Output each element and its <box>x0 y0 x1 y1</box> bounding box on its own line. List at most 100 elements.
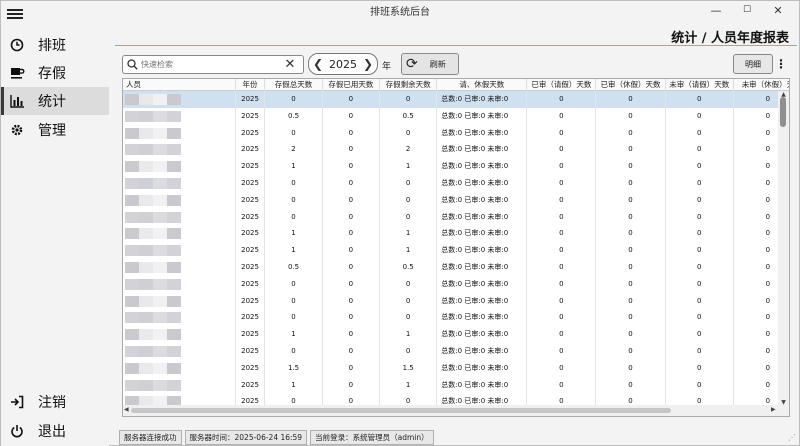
sidebar-item-logout[interactable]: 注销 <box>1 388 109 416</box>
table-row[interactable]: 2025 0 0 0 总数:0 已审:0 未审:0 0 0 0 0 <box>123 124 789 142</box>
scrollbar-thumb[interactable] <box>780 97 786 127</box>
column-header[interactable]: 已审（请假）天数 <box>527 79 597 91</box>
horizontal-scrollbar[interactable]: ◀ ▶ <box>123 405 789 416</box>
table-row[interactable]: 2025 1 0 1 总数:0 已审:0 未审:0 0 0 0 0 <box>123 225 789 243</box>
minimize-icon[interactable]: — <box>699 1 733 19</box>
table-cell: 1 <box>380 376 438 394</box>
table-row[interactable]: 2025 0 0 0 总数:0 已审:0 未审:0 0 0 0 0 <box>123 91 789 108</box>
resize-grip-icon[interactable]: ⋰ <box>788 433 796 442</box>
table-cell: 0 <box>666 225 734 243</box>
table-cell: 总数:0 已审:0 未审:0 <box>437 359 528 377</box>
table-cell: 0 <box>527 326 597 343</box>
table-cell: 0 <box>527 158 597 175</box>
column-header[interactable]: 年份 <box>236 79 266 91</box>
table-cell: 0 <box>265 309 323 327</box>
next-year-icon[interactable]: ❯ <box>362 57 374 71</box>
table-row[interactable]: 2025 1 0 1 总数:0 已审:0 未审:0 0 0 0 0 <box>123 376 789 394</box>
gear-icon <box>9 122 25 138</box>
table-cell: 0 <box>527 191 597 209</box>
table-cell: 0.5 <box>380 107 438 125</box>
table-cell: 0 <box>527 342 597 360</box>
table-cell: 0 <box>323 258 380 276</box>
close-icon[interactable]: ✕ <box>761 1 795 19</box>
table-cell: 0 <box>265 91 323 108</box>
table-cell: 0 <box>666 141 734 159</box>
year-selector: ❮ 2025 ❯ <box>308 53 378 75</box>
table-cell: 0.5 <box>380 258 438 276</box>
sidebar-item-schedule[interactable]: 排班 <box>1 31 109 59</box>
table-cell: 0 <box>527 258 597 276</box>
table-cell: 总数:0 已审:0 未审:0 <box>437 124 528 142</box>
column-header[interactable]: 存假剩余天数 <box>380 79 438 91</box>
sidebar-item-leave-storage[interactable]: 存假 <box>1 59 109 87</box>
table-cell: 2025 <box>236 141 266 159</box>
column-header[interactable]: 未审（请假）天数 <box>666 79 734 91</box>
sidebar-item-statistics[interactable]: 统计 <box>1 87 109 115</box>
table-cell: 0 <box>265 342 323 360</box>
table-cell: 0 <box>527 242 597 259</box>
table-cell: 0 <box>666 158 734 175</box>
app-window: 排班 存假 统计 管理 注销 退出 排班系统后台 — ☐ ✕ 统计 / 人员年度… <box>0 0 800 446</box>
column-header[interactable]: 请、休假天数 <box>437 79 528 91</box>
table-row[interactable]: 2025 0 0 0 总数:0 已审:0 未审:0 0 0 0 0 <box>123 342 789 360</box>
more-options-icon[interactable]: ⋮ <box>773 54 789 74</box>
table-cell: 0 <box>323 225 380 243</box>
person-cell-obscured <box>123 359 236 377</box>
person-cell-obscured <box>123 91 236 108</box>
year-unit-label: 年 <box>382 62 392 72</box>
vertical-scrollbar[interactable]: ▲ ▼ <box>778 91 789 406</box>
table-cell: 0 <box>527 275 597 293</box>
table-cell: 0 <box>380 292 438 310</box>
table-row[interactable]: 2025 1 0 1 总数:0 已审:0 未审:0 0 0 0 0 <box>123 158 789 175</box>
sidebar-item-exit[interactable]: 退出 <box>1 417 109 445</box>
detail-button[interactable]: 明细 <box>733 54 773 74</box>
table-row[interactable]: 2025 1 0 1 总数:0 已审:0 未审:0 0 0 0 0 <box>123 326 789 343</box>
column-header[interactable]: 存假总天数 <box>265 79 323 91</box>
column-header[interactable]: 人员 <box>123 79 236 91</box>
maximize-icon[interactable]: ☐ <box>730 1 764 19</box>
sidebar: 排班 存假 统计 管理 注销 退出 <box>1 1 109 446</box>
table-cell: 0 <box>666 91 734 108</box>
table-cell: 0 <box>596 376 666 394</box>
table-row[interactable]: 2025 2 0 2 总数:0 已审:0 未审:0 0 0 0 0 <box>123 141 789 159</box>
clear-search-icon[interactable]: ✕ <box>281 57 299 72</box>
refresh-button[interactable]: ⟳ 刷新 <box>401 53 459 75</box>
scroll-left-icon[interactable]: ◀ <box>124 406 129 413</box>
table-row[interactable]: 2025 0 0 0 总数:0 已审:0 未审:0 0 0 0 0 <box>123 174 789 192</box>
table-cell: 1.5 <box>380 359 438 377</box>
table-cell: 2025 <box>236 376 266 394</box>
table-cell: 0 <box>380 309 438 327</box>
sidebar-item-management[interactable]: 管理 <box>1 116 109 144</box>
search-box[interactable]: ✕ <box>122 55 304 74</box>
table-row[interactable]: 2025 0.5 0 0.5 总数:0 已审:0 未审:0 0 0 0 0 <box>123 107 789 125</box>
table-row[interactable]: 2025 0.5 0 0.5 总数:0 已审:0 未审:0 0 0 0 0 <box>123 258 789 276</box>
person-cell-obscured <box>123 174 236 192</box>
table-row[interactable]: 2025 0 0 0 总数:0 已审:0 未审:0 0 0 0 0 <box>123 309 789 327</box>
table-cell: 0 <box>596 174 666 192</box>
logout-icon <box>9 394 25 410</box>
prev-year-icon[interactable]: ❮ <box>312 57 324 71</box>
scrollbar-thumb[interactable] <box>131 408 671 413</box>
scroll-right-icon[interactable]: ▶ <box>771 406 776 413</box>
table-row[interactable]: 2025 0 0 0 总数:0 已审:0 未审:0 0 0 0 0 <box>123 275 789 293</box>
person-cell-obscured <box>123 242 236 259</box>
table-cell: 2025 <box>236 208 266 226</box>
column-header[interactable]: 未审（休假）天 <box>734 79 789 91</box>
table-cell: 总数:0 已审:0 未审:0 <box>437 158 528 175</box>
sidebar-item-label: 存假 <box>38 66 66 82</box>
table-cell: 1 <box>265 242 323 259</box>
search-input[interactable] <box>141 60 281 69</box>
table-cell: 0 <box>596 342 666 360</box>
table-cell: 2025 <box>236 258 266 276</box>
column-header[interactable]: 存假已用天数 <box>323 79 381 91</box>
window-title: 排班系统后台 <box>370 7 430 18</box>
table-cell: 0 <box>666 359 734 377</box>
column-header[interactable]: 已审（休假）天数 <box>596 79 666 91</box>
table-cell: 2025 <box>236 91 266 108</box>
table-row[interactable]: 2025 1.5 0 1.5 总数:0 已审:0 未审:0 0 0 0 0 <box>123 359 789 377</box>
table-row[interactable]: 2025 1 0 1 总数:0 已审:0 未审:0 0 0 0 0 <box>123 242 789 259</box>
table-cell: 0 <box>527 141 597 159</box>
table-row[interactable]: 2025 0 0 0 总数:0 已审:0 未审:0 0 0 0 0 <box>123 191 789 209</box>
table-row[interactable]: 2025 0 0 0 总数:0 已审:0 未审:0 0 0 0 0 <box>123 292 789 310</box>
table-row[interactable]: 2025 0 0 0 总数:0 已审:0 未审:0 0 0 0 0 <box>123 208 789 226</box>
